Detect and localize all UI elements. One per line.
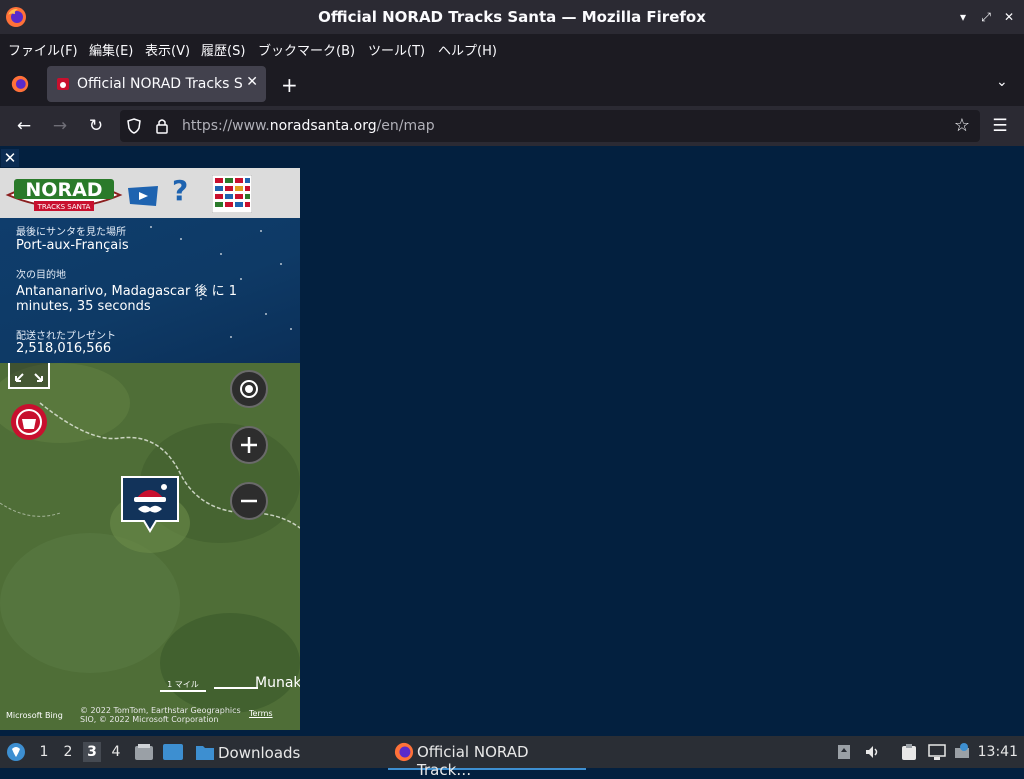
bookmark-star-icon[interactable]: ☆ [954, 115, 970, 136]
bing-logo: Microsoft Bing [6, 711, 63, 720]
show-desktop-icon[interactable] [162, 743, 184, 761]
workspace-1[interactable]: 1 [35, 744, 53, 760]
url-text[interactable]: https://www.noradsanta.org/en/map [182, 118, 435, 134]
santa-favicon-icon [57, 78, 69, 90]
file-manager-icon[interactable] [134, 743, 154, 761]
folder-icon[interactable] [195, 743, 215, 761]
tab-norad[interactable]: Official NORAD Tracks Santa ✕ [47, 66, 266, 102]
menu-edit[interactable]: 編集(E) [89, 40, 133, 59]
terms-link[interactable]: Terms [249, 709, 273, 718]
taskbar: 1 2 3 4 Downloads Official NORAD Track… … [0, 736, 1024, 779]
clipboard-icon[interactable] [900, 743, 918, 761]
back-arrow-icon[interactable]: ← [14, 116, 34, 136]
target-icon [240, 380, 258, 398]
santa-location-marker-icon[interactable] [120, 475, 180, 537]
panel-header: NORAD TRACKS SANTA ? [0, 168, 300, 218]
fullscreen-expand-icon[interactable] [8, 363, 50, 389]
firefox-task-icon [394, 742, 414, 762]
attribution-line1: © 2022 TomTom, Earthstar Geographics [80, 706, 241, 715]
menu-view[interactable]: 表示(V) [145, 40, 190, 59]
reload-icon[interactable]: ↻ [86, 116, 106, 136]
help-question-icon[interactable]: ? [172, 174, 188, 207]
next-stop-value-line1: Antananarivo, Madagascar 後 に 1 [16, 284, 237, 299]
clock: 13:41 [977, 744, 1018, 760]
svg-text:NORAD: NORAD [25, 179, 102, 201]
volume-icon[interactable] [864, 744, 880, 760]
plus-icon [241, 437, 257, 453]
satellite-map[interactable]: 1 マイル Munak Microsoft Bing © 2022 TomTom… [0, 363, 300, 730]
tracker-info: 最後にサンタを見た場所 Port-aux-Français 次の目的地 Anta… [0, 218, 300, 363]
close-window-icon[interactable]: ✕ [1001, 9, 1017, 25]
minimize-icon[interactable]: ▾ [955, 9, 971, 25]
url-path: /en/map [376, 118, 435, 134]
tab-label: Official NORAD Tracks Santa [77, 76, 242, 92]
minus-icon [241, 499, 257, 503]
norad-tracks-santa-logo[interactable]: NORAD TRACKS SANTA [4, 171, 124, 215]
updates-tray-icon[interactable] [836, 744, 852, 760]
list-all-tabs-icon[interactable]: ⌄ [996, 74, 1008, 90]
gifts-value: 2,518,016,566 [16, 341, 112, 356]
zoom-out-button[interactable] [230, 482, 268, 520]
video-play-icon[interactable] [126, 185, 160, 207]
last-seen-label: 最後にサンタを見た場所 [16, 227, 126, 238]
workspace-3[interactable]: 3 [83, 742, 101, 762]
map-place-label: Munak [255, 675, 300, 691]
menubar: ファイル(F) 編集(E) 表示(V) 履歴(S) ブックマーク(B) ツール(… [0, 34, 1024, 62]
close-panel-icon[interactable]: ✕ [1, 149, 19, 167]
menu-history[interactable]: 履歴(S) [201, 40, 245, 59]
url-prefix: https://www. [182, 118, 270, 134]
workspace-2[interactable]: 2 [59, 744, 77, 760]
new-tab-icon[interactable]: + [281, 73, 298, 97]
zoom-in-button[interactable] [230, 426, 268, 464]
menu-help[interactable]: ヘルプ(H) [438, 40, 497, 59]
forward-arrow-icon[interactable]: → [50, 116, 70, 136]
workspace-4[interactable]: 4 [107, 744, 125, 760]
scale-bar: 1 マイル [160, 679, 206, 692]
gifts-label: 配送されたプレゼント [16, 331, 116, 342]
locate-santa-button[interactable] [230, 370, 268, 408]
menu-tools[interactable]: ツール(T) [368, 40, 425, 59]
shield-icon[interactable] [126, 118, 142, 134]
url-domain: noradsanta.org [269, 118, 377, 134]
network-icon[interactable] [928, 743, 946, 761]
restore-icon[interactable]: ⤢ [978, 9, 994, 25]
last-seen-value: Port-aux-Français [16, 238, 129, 253]
map-attribution: © 2022 TomTom, Earthstar Geographics SIO… [80, 706, 241, 724]
task-label: Official NORAD Track… [417, 743, 529, 779]
menu-file[interactable]: ファイル(F) [8, 40, 78, 59]
calendar-grid-icon[interactable] [212, 175, 252, 213]
notification-icon[interactable] [954, 742, 972, 760]
attribution-line2: SIO, © 2022 Microsoft Corporation [80, 715, 219, 724]
app-menu-icon[interactable]: ☰ [990, 116, 1010, 136]
scale-bar-secondary [214, 687, 258, 689]
next-stop-label: 次の目的地 [16, 270, 66, 281]
window-title: Official NORAD Tracks Santa — Mozilla Fi… [318, 8, 706, 26]
norad-badge-icon[interactable] [10, 403, 48, 441]
svg-text:TRACKS SANTA: TRACKS SANTA [37, 203, 91, 211]
menu-bookmarks[interactable]: ブックマーク(B) [258, 40, 355, 59]
taskbar-firefox-window[interactable]: Official NORAD Track… [388, 736, 586, 779]
firefox-view-icon[interactable] [11, 75, 29, 93]
lock-icon[interactable] [155, 118, 169, 134]
window-titlebar: Official NORAD Tracks Santa — Mozilla Fi… [0, 0, 1024, 34]
tab-close-icon[interactable]: ✕ [246, 74, 258, 90]
navigation-bar: ← → ↻ https://www.noradsanta.org/en/map … [0, 106, 1024, 146]
start-menu-icon[interactable] [6, 742, 26, 762]
tracker-panel: NORAD TRACKS SANTA ? 最後にサンタを見た場所 Port-au… [0, 168, 300, 730]
downloads-label[interactable]: Downloads [218, 744, 300, 762]
url-bar[interactable]: https://www.noradsanta.org/en/map ☆ [120, 110, 980, 142]
next-stop-value-line2: minutes, 35 seconds [16, 299, 151, 314]
tab-bar: Official NORAD Tracks Santa ✕ + ⌄ [0, 62, 1024, 106]
